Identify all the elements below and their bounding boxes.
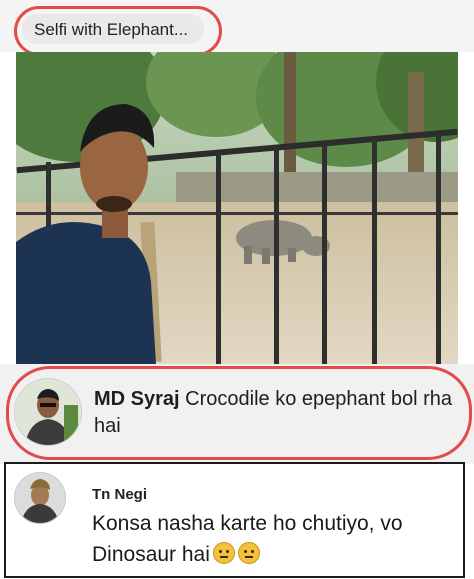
- avatar-tn-negi[interactable]: [14, 472, 66, 524]
- post-photo[interactable]: [16, 52, 458, 364]
- comment-author[interactable]: MD Syraj: [94, 388, 180, 410]
- comment-2-body: Konsa nasha karte ho chutiyo, vo Dinosau…: [92, 508, 452, 570]
- comment-1-body: MD Syraj Crocodile ko epephant bol rha h…: [94, 386, 464, 440]
- red-highlight-ring: [14, 6, 222, 56]
- comment-author[interactable]: Tn Negi: [92, 486, 147, 503]
- user-avatar-icon: [15, 473, 65, 523]
- selfie-image: [16, 52, 458, 364]
- neutral-face-icon: [212, 542, 235, 564]
- neutral-face-icon: [237, 542, 260, 564]
